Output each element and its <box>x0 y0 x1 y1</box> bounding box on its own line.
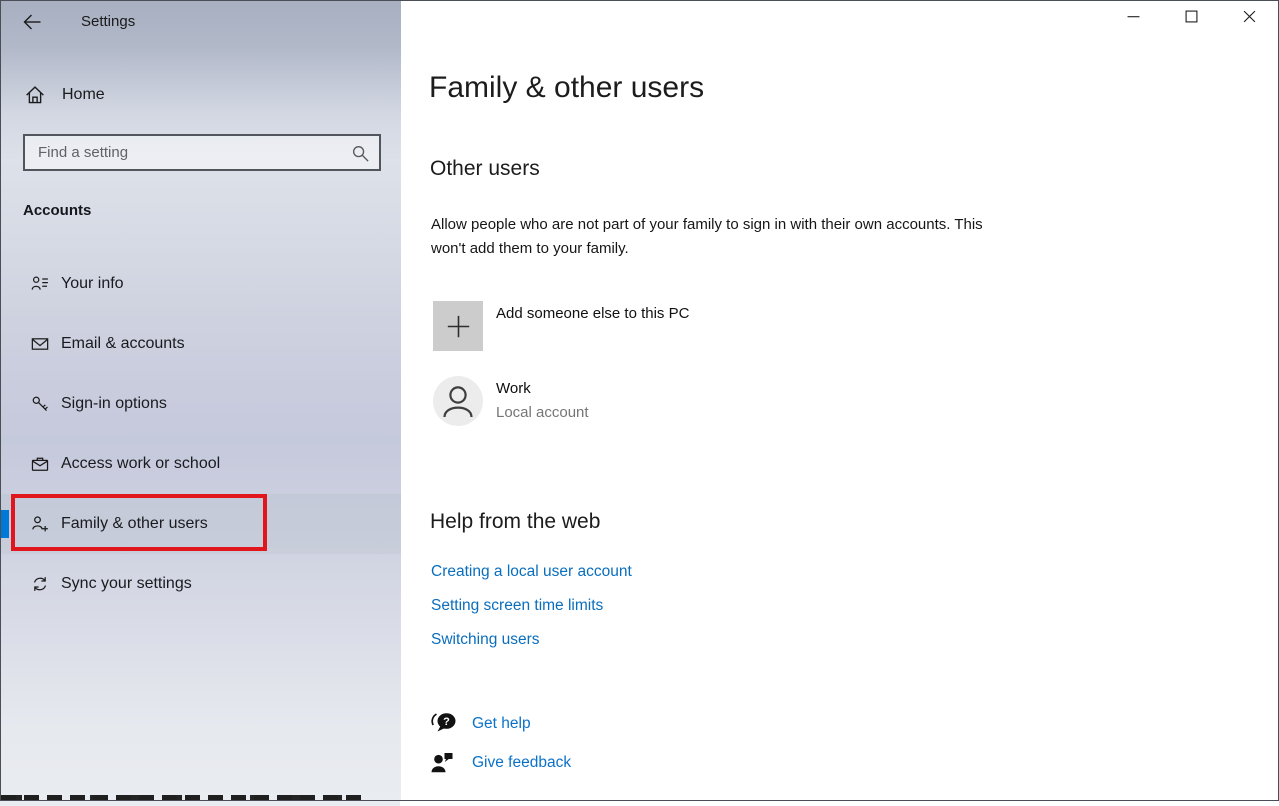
search-input[interactable] <box>25 136 379 169</box>
link-setting-screen-time-limits[interactable]: Setting screen time limits <box>431 597 603 615</box>
sidebar-item-label: Home <box>62 86 105 104</box>
user-account-type: Local account <box>496 404 589 421</box>
envelope-icon <box>31 335 49 353</box>
key-icon <box>31 395 49 413</box>
maximize-button[interactable] <box>1162 1 1220 32</box>
back-arrow-icon <box>22 13 42 31</box>
other-users-description: Allow people who are not part of your fa… <box>431 213 983 261</box>
close-icon <box>1243 10 1256 23</box>
plus-icon <box>445 313 472 340</box>
person-icon <box>433 376 483 426</box>
link-switching-users[interactable]: Switching users <box>431 631 540 649</box>
sidebar-item-label: Sync your settings <box>61 575 192 593</box>
user-name: Work <box>496 380 531 397</box>
feedback-person-icon <box>430 750 457 775</box>
minimize-button[interactable] <box>1104 1 1162 32</box>
cropped-text-artifact <box>1 795 367 800</box>
sidebar-item-family-other-users[interactable]: Family & other users <box>1 494 401 554</box>
sync-icon <box>31 575 49 593</box>
sidebar-item-sync-your-settings[interactable]: Sync your settings <box>1 554 401 614</box>
background-window-strip <box>0 801 1279 806</box>
page-title: Family & other users <box>429 71 704 105</box>
sidebar-item-home[interactable]: Home <box>1 78 401 112</box>
link-creating-local-user-account[interactable]: Creating a local user account <box>431 563 632 581</box>
sidebar-item-sign-in-options[interactable]: Sign-in options <box>1 374 401 434</box>
sidebar-item-label: Access work or school <box>61 455 220 473</box>
minimize-icon <box>1127 10 1140 23</box>
other-users-heading: Other users <box>430 157 540 181</box>
avatar <box>433 376 483 426</box>
sidebar-item-email-accounts[interactable]: Email & accounts <box>1 314 401 374</box>
help-from-web-heading: Help from the web <box>430 510 600 534</box>
screenshot-root: Settings Home <box>0 0 1279 806</box>
sidebar: Settings Home <box>1 1 401 800</box>
back-button[interactable] <box>15 7 49 37</box>
sidebar-item-label: Your info <box>61 275 124 293</box>
window-controls <box>1104 1 1278 32</box>
maximize-icon <box>1185 10 1198 23</box>
chat-help-icon: ? <box>430 711 457 736</box>
add-user-button[interactable] <box>433 301 483 351</box>
get-help-row: ? Get help <box>401 711 801 737</box>
sidebar-item-label: Email & accounts <box>61 335 185 353</box>
sidebar-nav: Your info Email & accounts <box>1 254 401 614</box>
add-user-row[interactable]: Add someone else to this PC <box>401 301 1278 351</box>
search-icon[interactable] <box>351 144 370 163</box>
user-row-work[interactable]: Work Local account <box>401 376 1278 426</box>
briefcase-icon <box>31 455 49 473</box>
get-help-link[interactable]: Get help <box>472 715 531 733</box>
sidebar-item-label: Family & other users <box>61 515 208 533</box>
settings-window: Settings Home <box>0 0 1279 801</box>
give-feedback-link[interactable]: Give feedback <box>472 754 571 772</box>
close-button[interactable] <box>1220 1 1278 32</box>
sidebar-item-access-work-school[interactable]: Access work or school <box>1 434 401 494</box>
person-add-icon <box>31 515 49 533</box>
add-user-label: Add someone else to this PC <box>496 305 689 322</box>
svg-text:?: ? <box>443 716 450 728</box>
give-feedback-row: Give feedback <box>401 750 801 776</box>
selected-item-accent-bar <box>1 510 9 538</box>
person-list-icon <box>31 275 49 293</box>
section-header-accounts: Accounts <box>23 202 91 219</box>
home-icon <box>25 85 45 105</box>
search-box <box>23 134 381 171</box>
window-title: Settings <box>81 13 135 30</box>
sidebar-item-your-info[interactable]: Your info <box>1 254 401 314</box>
sidebar-item-label: Sign-in options <box>61 395 167 413</box>
main-content: Family & other users Other users Allow p… <box>401 1 1278 800</box>
